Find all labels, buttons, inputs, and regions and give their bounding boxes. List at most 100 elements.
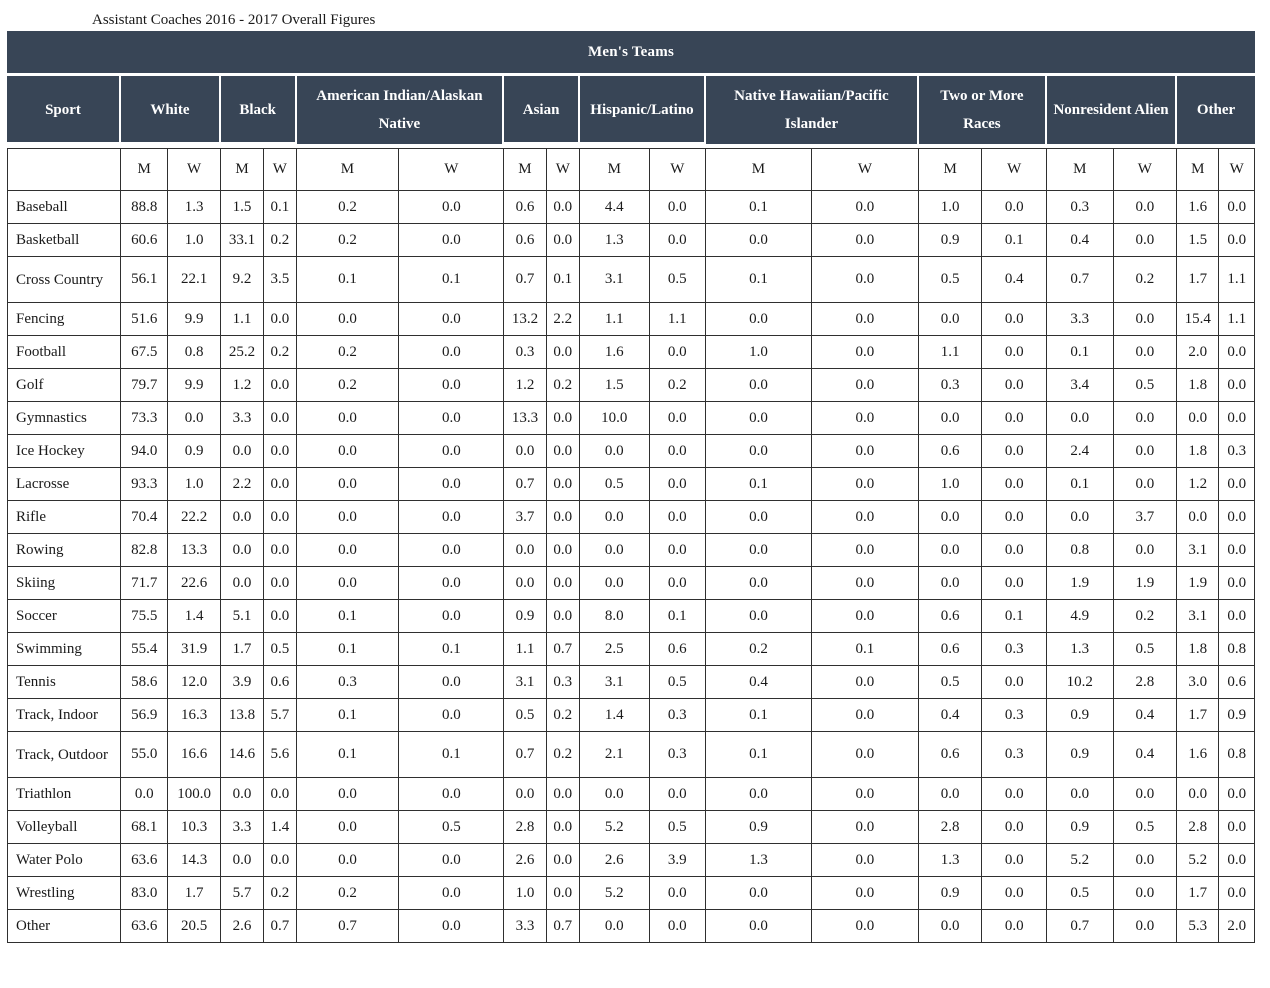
value-cell: 1.0 xyxy=(918,468,983,501)
table-row: Track, Indoor 56.9 16.3 13.8 5.7 0.1 0.0 0.5 0.2… xyxy=(7,699,1255,732)
value-cell: 0.0 xyxy=(811,468,919,501)
value-cell: 3.3 xyxy=(504,910,547,943)
value-cell: 0.0 xyxy=(1219,224,1255,257)
value-cell: 0.5 xyxy=(264,633,297,666)
value-cell: 0.7 xyxy=(1046,910,1114,943)
value-cell: 0.0 xyxy=(546,600,580,633)
value-cell: 58.6 xyxy=(120,666,169,699)
value-cell: 2.0 xyxy=(1219,910,1255,943)
value-cell: 0.0 xyxy=(1113,778,1178,811)
value-cell: 0.0 xyxy=(264,567,297,600)
value-cell: 0.0 xyxy=(1219,336,1255,369)
value-cell: 0.3 xyxy=(982,732,1047,778)
value-cell: 16.3 xyxy=(168,699,221,732)
value-cell: 9.9 xyxy=(168,303,221,336)
value-cell: 0.6 xyxy=(918,732,983,778)
value-cell: 0.2 xyxy=(264,336,297,369)
value-cell: 0.0 xyxy=(811,732,919,778)
gender-subheader-row: MWMWMWMWMWMWMWMWMW xyxy=(7,148,1255,191)
value-cell: 2.8 xyxy=(918,811,983,844)
value-cell: 0.0 xyxy=(982,666,1047,699)
value-cell: 0.0 xyxy=(982,435,1047,468)
value-cell: 0.6 xyxy=(918,633,983,666)
value-cell: 0.9 xyxy=(504,600,547,633)
value-cell: 1.3 xyxy=(579,224,650,257)
value-cell: 1.6 xyxy=(1177,732,1220,778)
value-cell: 0.0 xyxy=(546,435,580,468)
men-subheader: M xyxy=(918,148,983,191)
value-cell: 1.3 xyxy=(168,191,221,224)
value-cell: 0.6 xyxy=(918,435,983,468)
sport-name-cell: Tennis xyxy=(7,666,121,699)
value-cell: 55.4 xyxy=(120,633,169,666)
value-cell: 0.0 xyxy=(811,501,919,534)
value-cell: 0.0 xyxy=(1113,910,1178,943)
table-row: Football 67.5 0.8 25.2 0.2 0.2 0.0 0.3 0.0 1.6 0.0… xyxy=(7,336,1255,369)
value-cell: 1.0 xyxy=(168,224,221,257)
value-cell: 0.0 xyxy=(399,600,505,633)
value-cell: 0.0 xyxy=(399,303,505,336)
value-cell: 0.0 xyxy=(264,303,297,336)
women-subheader: W xyxy=(264,148,297,191)
value-cell: 1.2 xyxy=(220,369,265,402)
value-cell: 0.0 xyxy=(399,336,505,369)
value-cell: 0.0 xyxy=(1177,501,1220,534)
value-cell: 0.0 xyxy=(649,224,707,257)
men-subheader: M xyxy=(579,148,650,191)
value-cell: 0.0 xyxy=(706,501,812,534)
value-cell: 83.0 xyxy=(120,877,169,910)
value-cell: 0.4 xyxy=(1046,224,1114,257)
value-cell: 1.1 xyxy=(220,303,265,336)
value-cell: 0.0 xyxy=(706,600,812,633)
value-cell: 0.0 xyxy=(706,534,812,567)
sport-name-cell: Golf xyxy=(7,369,121,402)
value-cell: 0.0 xyxy=(918,910,983,943)
value-cell: 100.0 xyxy=(168,778,221,811)
value-cell: 0.3 xyxy=(649,699,707,732)
value-cell: 2.2 xyxy=(546,303,580,336)
men-subheader: M xyxy=(296,148,400,191)
value-cell: 0.0 xyxy=(649,468,707,501)
value-cell: 0.0 xyxy=(1113,191,1178,224)
value-cell: 0.0 xyxy=(168,402,221,435)
value-cell: 13.3 xyxy=(168,534,221,567)
value-cell: 0.0 xyxy=(264,369,297,402)
value-cell: 9.2 xyxy=(220,257,265,303)
value-cell: 2.6 xyxy=(220,910,265,943)
sport-name-cell: Swimming xyxy=(7,633,121,666)
value-cell: 4.4 xyxy=(579,191,650,224)
value-cell: 0.0 xyxy=(399,435,505,468)
value-cell: 0.2 xyxy=(546,732,580,778)
value-cell: 0.1 xyxy=(296,633,400,666)
value-cell: 0.0 xyxy=(982,811,1047,844)
value-cell: 0.1 xyxy=(706,732,812,778)
value-cell: 3.3 xyxy=(1046,303,1114,336)
value-cell: 0.0 xyxy=(264,435,297,468)
value-cell: 0.5 xyxy=(649,811,707,844)
value-cell: 51.6 xyxy=(120,303,169,336)
value-cell: 1.9 xyxy=(1177,567,1220,600)
value-cell: 1.2 xyxy=(1177,468,1220,501)
value-cell: 0.0 xyxy=(649,567,707,600)
sport-name-cell: Baseball xyxy=(7,191,121,224)
value-cell: 0.0 xyxy=(1219,811,1255,844)
value-cell: 0.0 xyxy=(811,778,919,811)
value-cell: 5.6 xyxy=(264,732,297,778)
value-cell: 3.1 xyxy=(504,666,547,699)
value-cell: 0.7 xyxy=(546,910,580,943)
value-cell: 0.0 xyxy=(546,844,580,877)
value-cell: 0.0 xyxy=(1219,778,1255,811)
value-cell: 0.1 xyxy=(982,224,1047,257)
value-cell: 0.0 xyxy=(649,435,707,468)
value-cell: 0.3 xyxy=(649,732,707,778)
value-cell: 0.2 xyxy=(296,336,400,369)
value-cell: 0.8 xyxy=(168,336,221,369)
table-row: Track, Outdoor 55.0 16.6 14.6 5.6 0.1 0.1 0.7 0.… xyxy=(7,732,1255,778)
value-cell: 0.0 xyxy=(399,369,505,402)
value-cell: 0.0 xyxy=(1219,877,1255,910)
value-cell: 0.9 xyxy=(1046,732,1114,778)
value-cell: 1.8 xyxy=(1177,369,1220,402)
value-cell: 9.9 xyxy=(168,369,221,402)
value-cell: 0.0 xyxy=(399,699,505,732)
group-header: Black xyxy=(220,76,297,148)
